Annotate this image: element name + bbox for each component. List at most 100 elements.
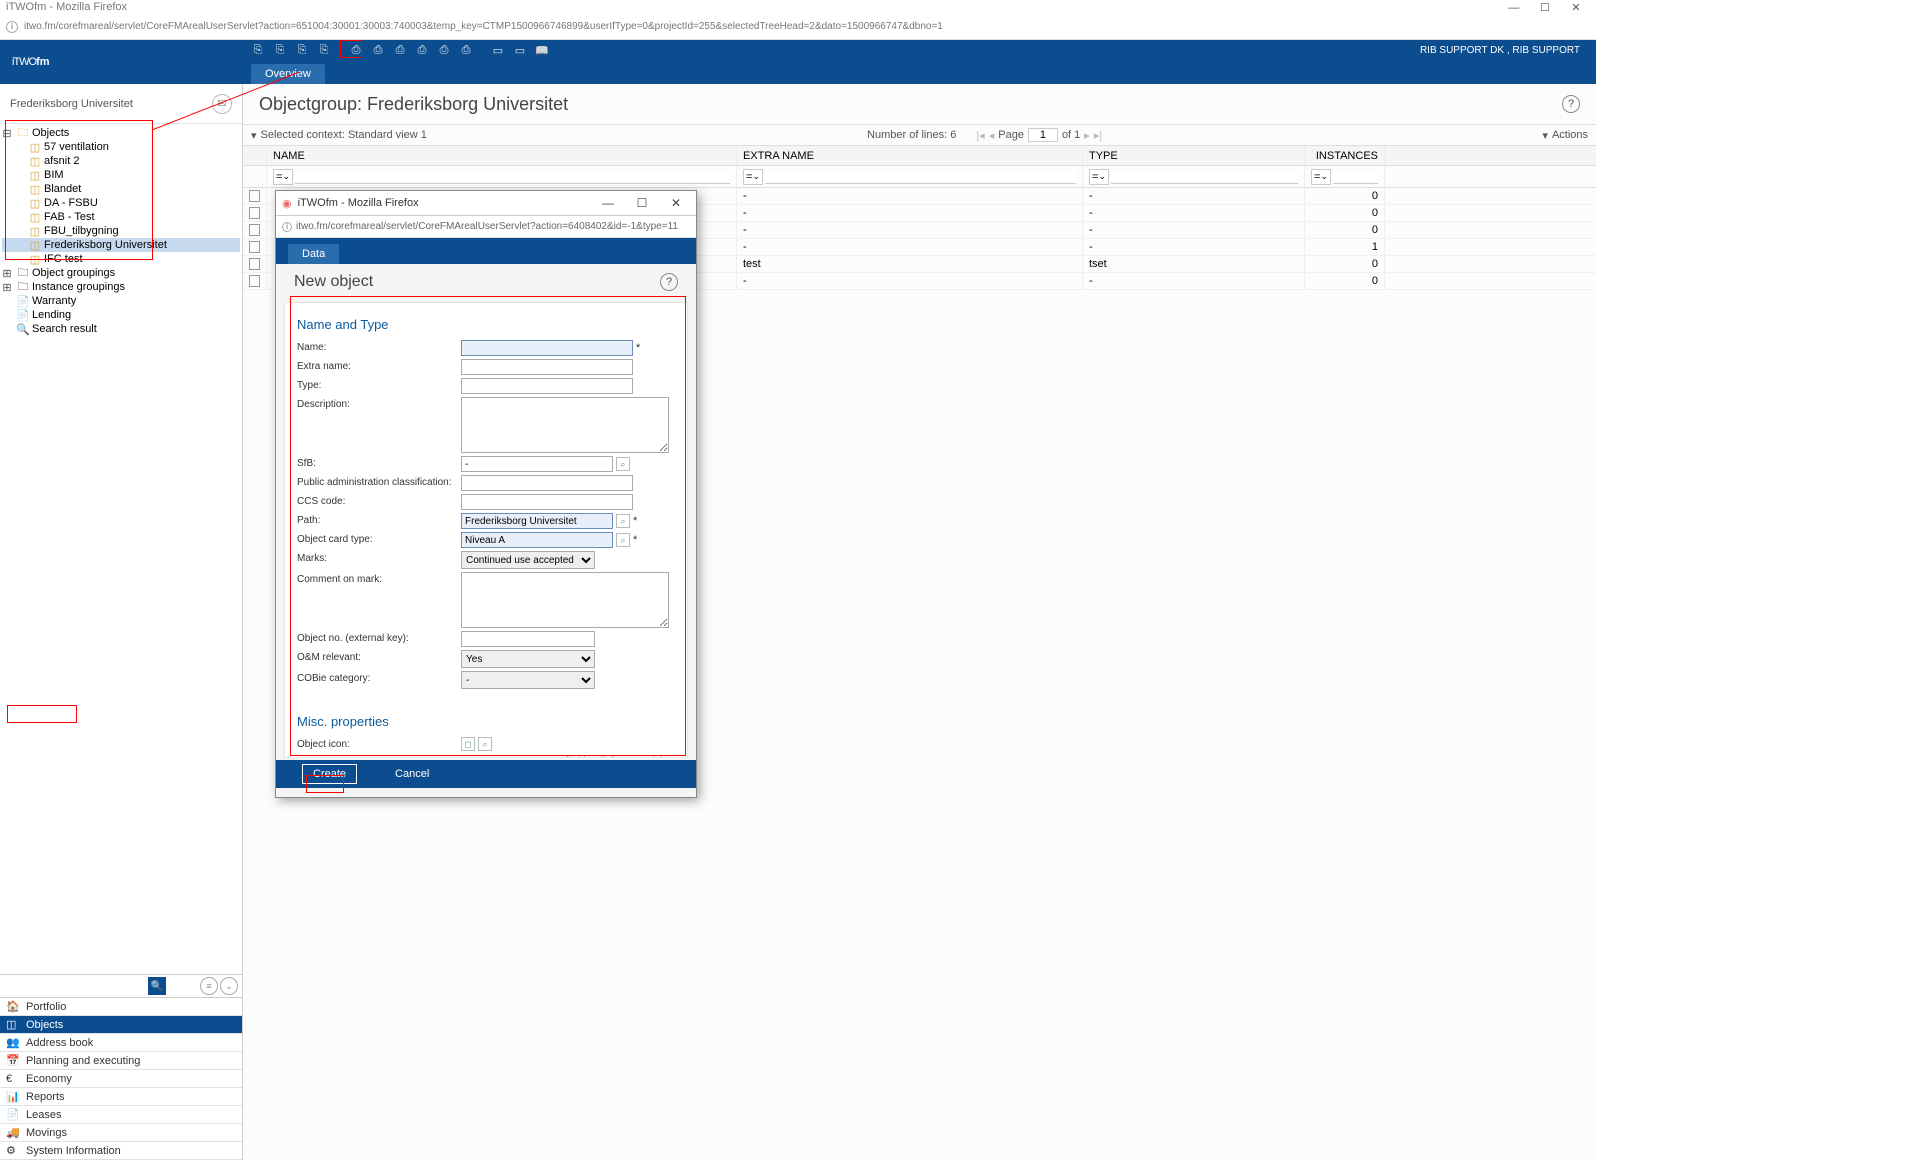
toolbar-icon-4[interactable]: ⎘ (315, 42, 333, 58)
tree-item[interactable]: ⊞🗀Instance groupings (2, 280, 240, 294)
tree-item[interactable]: ◫57 ventilation (2, 140, 240, 154)
col-name[interactable]: NAME (267, 146, 737, 165)
cube-icon[interactable]: ◻ (461, 737, 475, 751)
filter-op[interactable]: = ⌄ (1089, 169, 1109, 185)
tree-item[interactable]: ◫FAB - Test (2, 210, 240, 224)
info-icon[interactable]: i (282, 222, 292, 232)
toolbar-icon-7[interactable]: ⎙ (391, 42, 409, 58)
help-icon[interactable]: ? (660, 273, 678, 291)
col-extra[interactable]: EXTRA NAME (737, 146, 1083, 165)
tree-item[interactable]: ◫BIM (2, 168, 240, 182)
minimize-icon[interactable]: — (1500, 2, 1528, 14)
nav-item-leases[interactable]: 📄Leases (0, 1106, 242, 1124)
filter-op[interactable]: = ⌄ (743, 169, 763, 185)
url-text[interactable]: itwo.fm/corefmareal/servlet/CoreFMArealU… (24, 21, 943, 32)
cobie-category-select[interactable]: - (461, 671, 595, 689)
nav-item-reports[interactable]: 📊Reports (0, 1088, 242, 1106)
tree-item[interactable]: ◫IFC test (2, 252, 240, 266)
picker-icon[interactable]: ⌕ (616, 533, 630, 547)
toolbar-icon-12[interactable]: ▭ (511, 42, 529, 58)
path-field[interactable] (461, 513, 613, 529)
page-input[interactable] (1028, 128, 1058, 142)
pac-field[interactable] (461, 475, 633, 491)
tree-item[interactable]: 📄Warranty (2, 294, 240, 308)
type-field[interactable] (461, 378, 633, 394)
toolbar-icon-8[interactable]: ⎙ (413, 42, 431, 58)
minimize-icon[interactable]: — (594, 196, 622, 210)
tree-item[interactable]: ◫FBU_tilbygning (2, 224, 240, 238)
close-icon[interactable]: ✕ (662, 196, 690, 210)
picker-icon[interactable]: ⌕ (616, 457, 630, 471)
tree-item[interactable]: ◫DA - FSBU (2, 196, 240, 210)
tree-item[interactable]: ⊞🗀Object groupings (2, 266, 240, 280)
toolbar-icon-1[interactable]: ⎘ (249, 42, 267, 58)
maximize-icon[interactable]: ☐ (628, 196, 656, 210)
tree-item[interactable]: 🔍Search result (2, 322, 240, 336)
chevron-down-icon[interactable]: ▾ (1542, 129, 1548, 142)
om-relevant-select[interactable]: Yes (461, 650, 595, 668)
close-icon[interactable]: ✕ (1562, 1, 1590, 14)
expand-icon[interactable]: ⊞ (2, 281, 12, 294)
col-type[interactable]: TYPE (1083, 146, 1305, 165)
ccs-field[interactable] (461, 494, 633, 510)
info-icon[interactable]: i (6, 21, 18, 33)
page-first-icon[interactable]: |◂ (976, 129, 984, 142)
filter-op[interactable]: = ⌄ (1311, 169, 1331, 185)
extra-name-field[interactable] (461, 359, 633, 375)
toolbar-icon-10[interactable]: ⎙ (457, 42, 475, 58)
nav-item-system-information[interactable]: ⚙System Information (0, 1142, 242, 1160)
col-instances[interactable]: INSTANCES (1305, 146, 1385, 165)
cancel-button[interactable]: Cancel (385, 765, 439, 783)
popup-url[interactable]: itwo.fm/corefmareal/servlet/CoreFMArealU… (296, 221, 678, 232)
help-icon[interactable]: ? (1562, 95, 1580, 113)
mail-icon[interactable]: ✉ (212, 94, 232, 114)
tab-overview[interactable]: Overview (251, 64, 325, 84)
expand-icon[interactable]: ⊞ (2, 267, 12, 280)
filter-extra-input[interactable] (765, 170, 1076, 184)
toolbar-new-icon[interactable]: ⎙ (347, 42, 365, 58)
expand-icon[interactable]: ⊟ (2, 127, 12, 140)
marks-select[interactable]: Continued use accepted (461, 551, 595, 569)
picker-icon[interactable]: ⌕ (478, 737, 492, 751)
tree-item[interactable]: 📄Lending (2, 308, 240, 322)
chevron-down-icon[interactable]: ⌄ (220, 977, 238, 995)
nav-item-objects[interactable]: ◫Objects (0, 1016, 242, 1034)
picker-icon[interactable]: ⌕ (616, 514, 630, 528)
toolbar-icon-11[interactable]: ▭ (489, 42, 507, 58)
list-icon[interactable]: ≡ (200, 977, 218, 995)
support-user[interactable]: RIB SUPPORT DK , RIB SUPPORT (1420, 45, 1590, 56)
object-card-type-field[interactable] (461, 532, 613, 548)
name-field[interactable] (461, 340, 633, 356)
create-button[interactable]: Create (302, 764, 357, 784)
tab-data[interactable]: Data (288, 244, 339, 264)
tree-view[interactable]: ⊟🗀Objects◫57 ventilation◫afsnit 2◫BIM◫Bl… (0, 124, 242, 974)
search-icon[interactable]: 🔍 (148, 977, 166, 995)
toolbar-icon-6[interactable]: ⎙ (369, 42, 387, 58)
page-last-icon[interactable]: ▸| (1094, 129, 1102, 142)
comment-mark-field[interactable] (461, 572, 669, 628)
tree-item[interactable]: ◫Frederiksborg Universitet (2, 238, 240, 252)
description-field[interactable] (461, 397, 669, 453)
filter-op[interactable]: = ⌄ (273, 169, 293, 185)
tree-item[interactable]: ⊟🗀Objects (2, 126, 240, 140)
object-number-field[interactable] (461, 631, 595, 647)
nav-item-economy[interactable]: €Economy (0, 1070, 242, 1088)
filter-type-input[interactable] (1111, 170, 1298, 184)
filter-inst-input[interactable] (1333, 170, 1378, 184)
chevron-down-icon[interactable]: ▾ (251, 129, 257, 142)
page-prev-icon[interactable]: ◂ (989, 129, 995, 142)
maximize-icon[interactable]: ☐ (1531, 1, 1559, 14)
toolbar-icon-3[interactable]: ⎘ (293, 42, 311, 58)
tree-item[interactable]: ◫afsnit 2 (2, 154, 240, 168)
toolbar-book-icon[interactable]: 📖 (533, 42, 551, 58)
tree-search-input[interactable] (4, 978, 146, 994)
toolbar-icon-2[interactable]: ⎘ (271, 42, 289, 58)
nav-item-movings[interactable]: 🚚Movings (0, 1124, 242, 1142)
toolbar-icon-9[interactable]: ⎙ (435, 42, 453, 58)
page-next-icon[interactable]: ▸ (1084, 129, 1090, 142)
nav-item-planning-and-executing[interactable]: 📅Planning and executing (0, 1052, 242, 1070)
sfb-field[interactable] (461, 456, 613, 472)
tree-item[interactable]: ◫Blandet (2, 182, 240, 196)
nav-item-portfolio[interactable]: 🏠Portfolio (0, 998, 242, 1016)
nav-item-address-book[interactable]: 👥Address book (0, 1034, 242, 1052)
